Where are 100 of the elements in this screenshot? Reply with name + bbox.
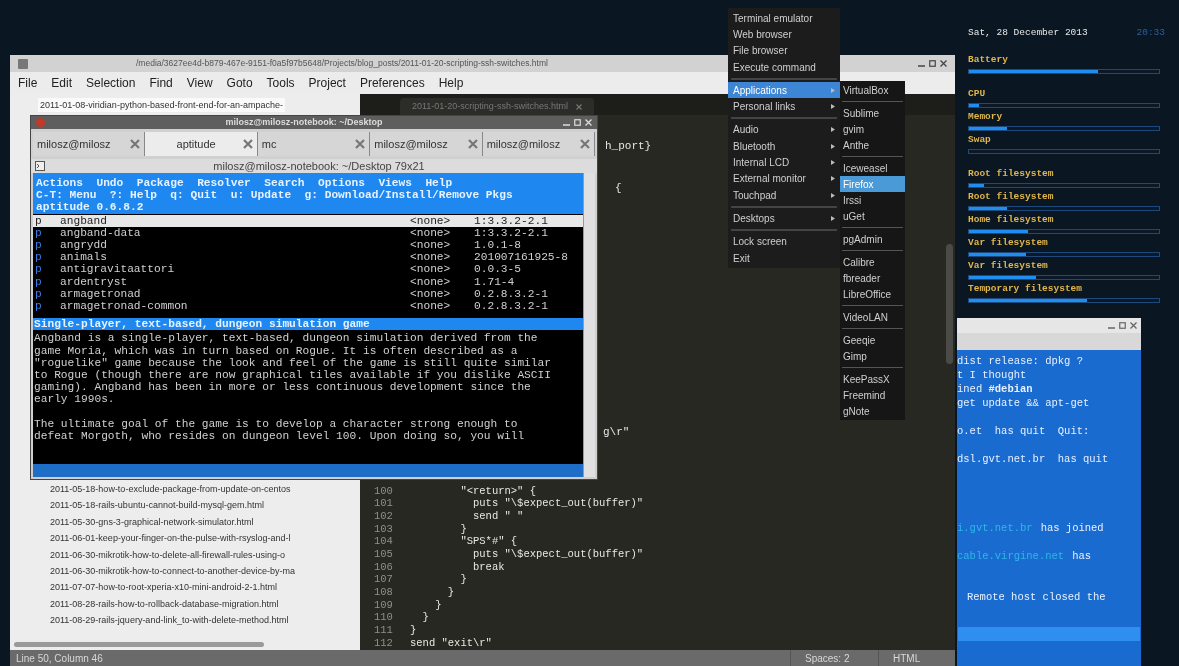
menu-item[interactable]: VirtualBox — [840, 82, 905, 98]
menu-item[interactable]: Selection — [86, 74, 136, 92]
maximize-icon[interactable] — [1119, 322, 1126, 329]
menu-item[interactable]: Terminal emulator — [728, 10, 840, 27]
terminal-tab[interactable]: aptitude — [145, 132, 258, 156]
file-item[interactable]: 2011-08-29-rails-jquery-and-link_to-with-delete-method.html — [50, 612, 360, 629]
scrollbar[interactable] — [583, 173, 595, 477]
menu-item[interactable]: Anthe — [840, 137, 905, 153]
description-line: The ultimate goal of the game is to develop a character strong enough to — [34, 417, 519, 431]
code-line: } — [409, 623, 417, 638]
package-row[interactable]: p angrydd <none> 1.0.1-8 — [33, 239, 583, 252]
file-item[interactable]: 2011-05-18-how-to-exclude-package-from-update-on-centos — [50, 481, 360, 498]
menu-item[interactable]: Bluetooth — [728, 138, 840, 155]
menu-item[interactable]: Edit — [51, 74, 73, 92]
package-row[interactable]: p angband <none> 1:3.3.2-2.1 — [33, 214, 583, 227]
menu-item[interactable]: uGet — [840, 208, 905, 224]
menu-item[interactable]: Applications — [728, 82, 840, 99]
menu-item[interactable]: Personal links — [728, 98, 840, 115]
code-line: } — [434, 597, 442, 613]
menu-item[interactable]: Project — [308, 74, 346, 92]
menu-item[interactable]: gvim — [840, 121, 905, 137]
menu-item[interactable]: Preferences — [359, 74, 425, 92]
file-item[interactable]: 2011-06-30-mikrotik-how-to-delete-all-firewall-rules-using-o — [50, 546, 360, 564]
syntax-setting[interactable]: HTML — [878, 650, 921, 666]
terminal-tab[interactable]: milosz@milosz — [33, 132, 146, 156]
close-icon[interactable] — [355, 139, 366, 149]
menu-item[interactable]: Gimp — [840, 348, 905, 364]
scrollbar[interactable] — [14, 642, 264, 647]
meter-label: Swap — [968, 134, 992, 147]
maximize-icon[interactable] — [929, 60, 936, 67]
code-text: h_port} — [605, 139, 652, 154]
menu-item[interactable]: Irssi — [840, 192, 905, 208]
menu-item[interactable]: Desktops — [728, 210, 840, 227]
terminal-tab[interactable]: mc — [257, 132, 371, 156]
menu-item[interactable]: Sublime — [840, 105, 905, 121]
package-row[interactable]: p animals <none> 201007161925-8 — [33, 251, 583, 264]
file-item[interactable]: 2011-01-08-viridian-python-based-front-end-for-an-ampache- — [38, 98, 285, 112]
menu-item[interactable]: gNote — [840, 403, 905, 419]
code-line: send "exit\r" — [409, 635, 492, 650]
menu-item[interactable]: VideoLAN — [840, 309, 905, 325]
line-number: 103 — [373, 521, 394, 537]
file-item[interactable]: 2011-08-28-rails-how-to-rollback-database-migration.html — [50, 595, 360, 613]
input-field[interactable] — [958, 627, 1140, 641]
code-line: puts "\$expect_out(buffer)" — [472, 496, 644, 511]
file-item[interactable]: 2011-07-07-how-to-root-xperia-x10-mini-android-2-1.html — [50, 579, 360, 596]
menu-item[interactable]: Lock screen — [728, 233, 840, 250]
menu-item[interactable]: Internal LCD — [728, 154, 840, 171]
file-item[interactable]: 2011-06-30-mikrotik-how-to-connect-to-another-device-by-ma — [50, 563, 360, 580]
irc-message: Remote host closed the — [967, 590, 1106, 604]
menu-item[interactable]: Find — [149, 74, 173, 92]
irc-message: has — [1072, 549, 1092, 563]
terminal-menu-line: Actions Undo Package Resolver Search Options Views Help — [36, 177, 454, 190]
menu-item[interactable]: LibreOffice — [840, 286, 905, 302]
terminal-tab[interactable]: milosz@milosz — [370, 132, 483, 156]
file-item[interactable]: 2011-06-01-keep-your-finger-on-the-pulse-with-rsyslog-and-l — [50, 530, 360, 547]
menu-item[interactable]: fbreader — [840, 270, 905, 286]
menu-item[interactable]: File — [18, 74, 38, 92]
file-item[interactable]: 2011-05-30-gns-3-graphical-network-simulator.html — [50, 513, 360, 531]
menu-item[interactable]: Geeqie — [840, 332, 905, 348]
package-row[interactable]: p ardentryst <none> 1.71-4 — [33, 275, 583, 288]
menu-item[interactable]: View — [186, 74, 213, 92]
menu-item[interactable]: Help — [438, 74, 464, 92]
menu-item[interactable]: KeePassX — [840, 371, 905, 387]
irc-host: cable.virgine.net — [957, 549, 1065, 563]
menu-item[interactable]: Goto — [226, 74, 253, 92]
package-row[interactable]: p angband-data <none> 1:3.3.2-2.1 — [33, 226, 583, 239]
description-line: "roguelike" game because the look and feel of the game is still quite similar — [34, 356, 552, 370]
file-item[interactable]: 2011-05-18-rails-ubuntu-cannot-build-mysql-gem.html — [50, 497, 360, 514]
code-line: "<return>" { — [459, 483, 537, 498]
cursor-position: Line 50, Column 46 — [15, 651, 104, 666]
close-icon[interactable] — [1130, 322, 1137, 329]
menu-item[interactable]: Web browser — [728, 26, 840, 43]
menu-item[interactable]: Iceweasel — [840, 160, 905, 176]
package-row[interactable]: p antigravitaattori <none> 0.0.3-5 — [33, 263, 583, 276]
menu-item[interactable]: Tools — [266, 74, 295, 92]
close-icon[interactable] — [130, 139, 141, 149]
menu-item[interactable]: External monitor — [728, 170, 840, 187]
menu-item[interactable]: Touchpad — [728, 186, 840, 204]
close-icon[interactable] — [575, 103, 582, 110]
close-icon[interactable] — [940, 60, 947, 67]
package-row[interactable]: p armagetronad-common <none> 0.2.8.3.2-1 — [33, 300, 583, 313]
menu-item[interactable]: Audio — [728, 121, 840, 139]
menu-item[interactable]: File browser — [728, 42, 840, 59]
irc-message: o.et has quit Quit: — [957, 424, 1090, 438]
terminal-tab[interactable]: milosz@milosz — [482, 132, 596, 156]
terminal-subtitle: milosz@milosz-notebook: ~/Desktop 79x21 — [212, 158, 426, 174]
close-icon[interactable] — [467, 139, 478, 149]
menu-item[interactable]: pgAdmin — [840, 231, 905, 247]
package-row[interactable]: p armagetronad <none> 0.2.8.3.2-1 — [33, 287, 583, 301]
menu-item[interactable]: Execute command — [728, 58, 840, 76]
meter-label: Temporary filesystem — [968, 283, 1084, 296]
code-line: } — [446, 585, 455, 601]
close-icon[interactable] — [242, 139, 253, 149]
menu-item[interactable]: Exit — [728, 249, 840, 267]
close-icon[interactable] — [580, 139, 591, 149]
irc-message: has joined — [1040, 521, 1104, 535]
menu-item[interactable]: Calibre — [840, 254, 905, 270]
scrollbar[interactable] — [946, 244, 953, 364]
indentation-setting[interactable]: Spaces: 2 — [790, 650, 878, 666]
menu-item[interactable]: Freemind — [840, 387, 905, 403]
